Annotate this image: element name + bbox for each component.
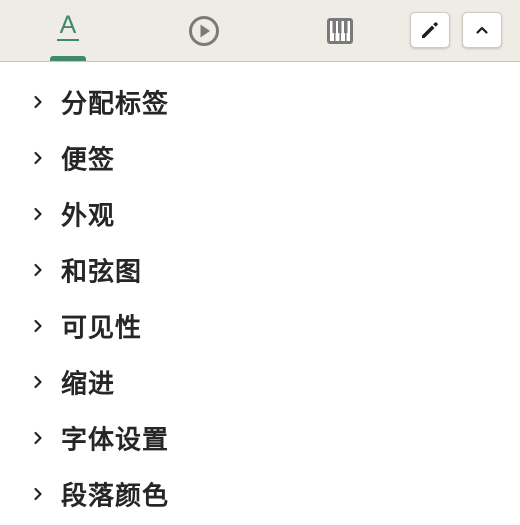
chevron-right-icon bbox=[34, 95, 42, 109]
chevron-right-icon bbox=[34, 151, 42, 165]
properties-section-list: 分配标签 便签 外观 和弦图 可见性 缩进 字体设置 段落颜色 bbox=[0, 74, 520, 522]
chevron-right-icon bbox=[34, 319, 42, 333]
text-format-icon: A bbox=[55, 13, 81, 43]
section-appearance[interactable]: 外观 bbox=[0, 186, 520, 242]
section-visibility[interactable]: 可见性 bbox=[0, 298, 520, 354]
section-sticky-notes[interactable]: 便签 bbox=[0, 130, 520, 186]
piano-keys-icon bbox=[327, 18, 353, 44]
chevron-up-icon bbox=[476, 26, 488, 34]
chevron-right-icon bbox=[34, 487, 42, 501]
toolbar: A bbox=[0, 0, 520, 62]
chevron-right-icon bbox=[34, 263, 42, 277]
chevron-right-icon bbox=[34, 375, 42, 389]
section-indentation[interactable]: 缩进 bbox=[0, 354, 520, 410]
section-label: 可见性 bbox=[61, 313, 143, 344]
section-label: 字体设置 bbox=[61, 425, 170, 456]
section-label: 段落颜色 bbox=[61, 481, 170, 512]
section-label: 外观 bbox=[61, 201, 116, 232]
edit-button[interactable] bbox=[410, 12, 450, 48]
tab-playback[interactable] bbox=[174, 0, 234, 62]
pencil-icon bbox=[422, 22, 438, 38]
active-tab-indicator bbox=[50, 56, 86, 61]
collapse-button[interactable] bbox=[462, 12, 502, 48]
chevron-right-icon bbox=[34, 431, 42, 445]
section-label: 便签 bbox=[61, 145, 116, 176]
section-assign-tags[interactable]: 分配标签 bbox=[0, 74, 520, 130]
play-circle-icon bbox=[189, 16, 219, 46]
section-label: 缩进 bbox=[61, 369, 116, 400]
section-label: 和弦图 bbox=[61, 257, 143, 288]
tab-piano[interactable] bbox=[310, 0, 370, 62]
chevron-right-icon bbox=[34, 207, 42, 221]
section-font-settings[interactable]: 字体设置 bbox=[0, 410, 520, 466]
section-label: 分配标签 bbox=[61, 89, 170, 120]
section-paragraph-color[interactable]: 段落颜色 bbox=[0, 466, 520, 522]
section-chord-diagrams[interactable]: 和弦图 bbox=[0, 242, 520, 298]
tab-text-format[interactable]: A bbox=[38, 0, 98, 62]
